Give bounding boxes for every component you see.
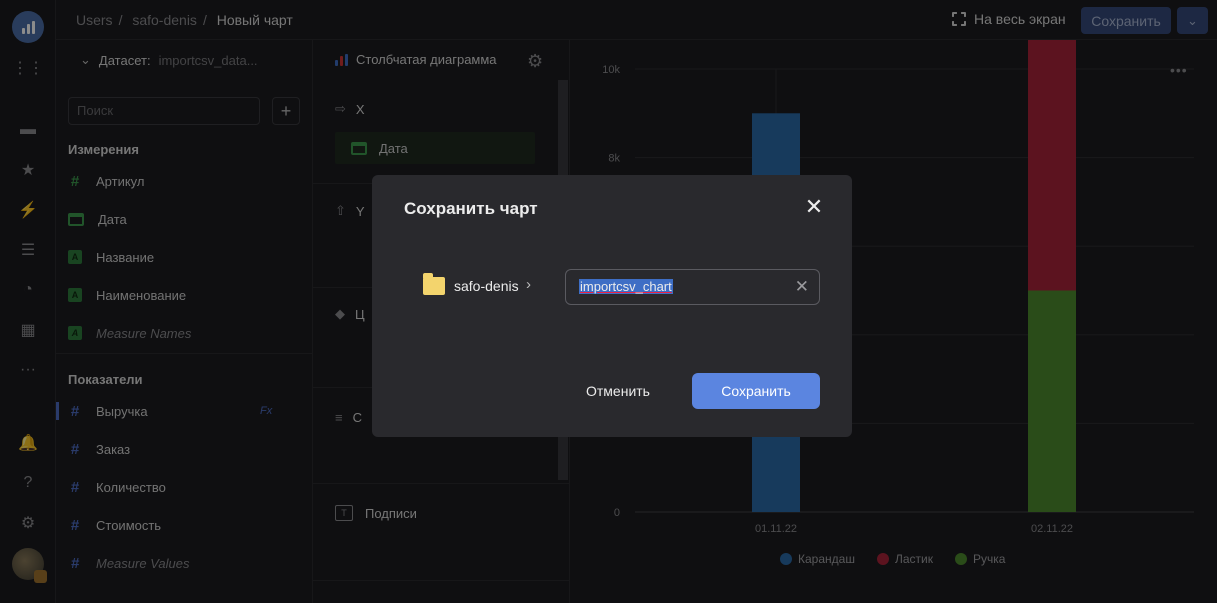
save-chart-dialog: Сохранить чарт ✕ safo-denis › importcsv_… <box>372 175 852 437</box>
folder-icon <box>423 273 445 295</box>
cancel-button[interactable]: Отменить <box>580 374 656 408</box>
close-icon[interactable]: ✕ <box>804 196 824 218</box>
dialog-save-button[interactable]: Сохранить <box>692 373 820 409</box>
chart-name-input[interactable]: importcsv_chart ✕ <box>565 269 820 305</box>
chevron-right-icon: › <box>526 276 531 293</box>
chart-name-value: importcsv_chart <box>579 279 673 294</box>
folder-path-button[interactable]: safo-denis <box>454 278 519 294</box>
dialog-title: Сохранить чарт <box>404 199 538 218</box>
clear-icon[interactable]: ✕ <box>795 277 809 297</box>
